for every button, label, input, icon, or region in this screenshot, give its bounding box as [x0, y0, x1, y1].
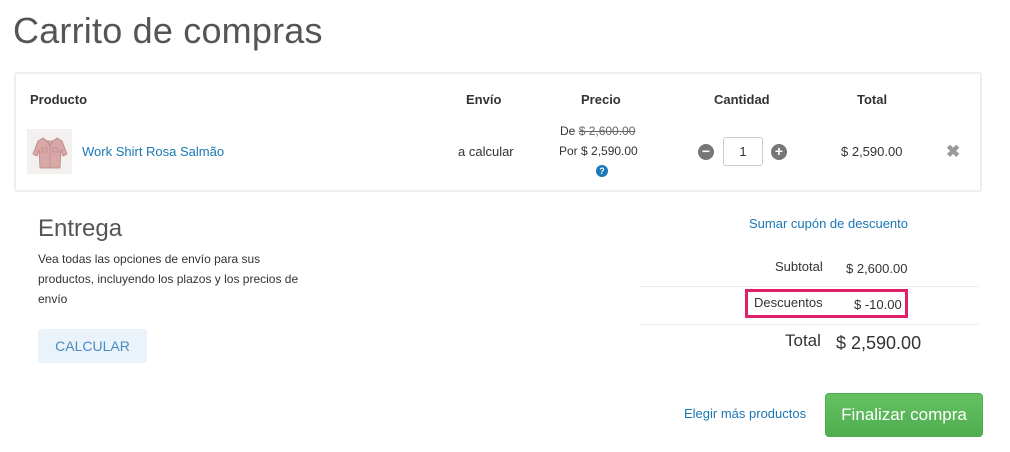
- header-precio: Precio: [581, 92, 621, 107]
- subtotal-row: Subtotal $ 2,600.00: [640, 250, 979, 287]
- precio-de-value: $ 2,600.00: [578, 124, 636, 138]
- coupon-link[interactable]: Sumar cupón de descuento: [749, 216, 908, 231]
- page-title: Carrito de compras: [13, 10, 323, 51]
- descuentos-value: $ -10.00: [854, 297, 902, 312]
- entrega-title: Entrega: [38, 215, 123, 242]
- entrega-description: Vea todas las opciones de envío para sus…: [38, 252, 299, 306]
- quantity-decrease-button[interactable]: −: [698, 144, 714, 160]
- shirt-image: [31, 137, 68, 168]
- quantity-increase-button[interactable]: +: [771, 144, 787, 160]
- calcular-button[interactable]: CALCULAR: [38, 329, 147, 363]
- item-total: $ 2,590.00: [841, 144, 903, 159]
- subtotal-value: $ 2,600.00: [846, 261, 908, 276]
- total-value: $ 2,590.00: [836, 333, 922, 353]
- remove-item-icon[interactable]: ✖: [946, 142, 960, 162]
- header-envio: Envío: [466, 92, 502, 107]
- precio-actual: Por $ 2,590.00: [559, 144, 638, 158]
- header-producto: Producto: [30, 92, 88, 107]
- envio-value: a calcular: [458, 144, 514, 159]
- question-icon[interactable]: ?: [596, 165, 608, 177]
- product-thumbnail[interactable]: [27, 129, 72, 174]
- elegir-mas-productos-link[interactable]: Elegir más productos: [684, 406, 806, 421]
- descuentos-label: Descuentos: [754, 295, 823, 310]
- precio-original: De $ 2,600.00: [560, 124, 635, 138]
- quantity-input[interactable]: [723, 137, 763, 166]
- precio-de-label: De: [560, 124, 576, 138]
- total-row: Total $ 2,590.00: [640, 326, 979, 366]
- finalizar-compra-button[interactable]: Finalizar compra: [825, 393, 983, 437]
- cart-table: Producto Envío Precio Cantidad Total Wor…: [14, 72, 982, 192]
- total-label: Total: [785, 331, 821, 350]
- product-name-link[interactable]: Work Shirt Rosa Salmão: [82, 144, 224, 159]
- header-total: Total: [857, 92, 888, 107]
- descuentos-row: Descuentos $ -10.00: [640, 287, 979, 325]
- subtotal-label: Subtotal: [775, 259, 823, 274]
- header-cantidad: Cantidad: [714, 92, 770, 107]
